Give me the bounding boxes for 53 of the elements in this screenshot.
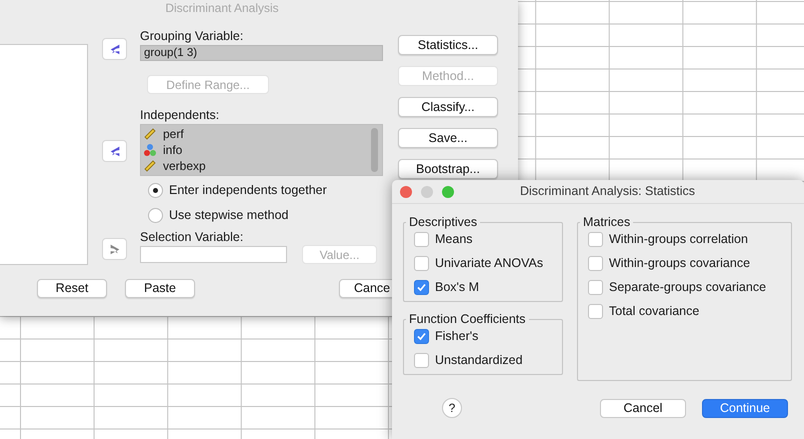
dialog-button[interactable]: Reset xyxy=(37,279,107,298)
help-button[interactable]: ? xyxy=(442,398,462,418)
selection-variable-field[interactable] xyxy=(140,246,287,263)
window-control-icon[interactable] xyxy=(442,186,454,198)
dialog-button[interactable]: Classify... xyxy=(398,97,498,117)
move-arrow-button[interactable] xyxy=(102,140,127,162)
checkbox[interactable] xyxy=(588,304,603,319)
scrollbar-thumb[interactable] xyxy=(371,128,378,172)
group-title: Descriptives xyxy=(408,215,478,229)
dialog-button[interactable]: Save... xyxy=(398,128,498,148)
checkbox-label: Separate-groups covariance xyxy=(609,279,766,296)
dialog-button[interactable]: Bootstrap... xyxy=(398,159,498,179)
circles-icon xyxy=(143,143,157,157)
group-title: Matrices xyxy=(582,215,632,229)
radio-button[interactable] xyxy=(148,208,163,222)
radio-label: Enter independents together xyxy=(169,182,327,199)
move-arrow-button[interactable] xyxy=(102,38,127,60)
checkbox-label: Within-groups correlation xyxy=(609,231,748,248)
arrow-icon xyxy=(108,242,122,256)
grouping-variable-field[interactable]: group(1 3) xyxy=(140,45,383,61)
dialog-button[interactable]: Continue xyxy=(702,398,788,418)
checkbox-label: Univariate ANOVAs xyxy=(435,255,544,272)
independents-list[interactable]: perf info verbexp xyxy=(140,124,383,176)
variable-list[interactable] xyxy=(0,44,88,265)
window-title: Discriminant Analysis xyxy=(164,0,280,16)
checkbox-label: Within-groups covariance xyxy=(609,255,750,272)
checkbox[interactable] xyxy=(588,232,603,247)
checkbox[interactable] xyxy=(588,256,603,271)
checkbox-label: Box's M xyxy=(435,279,480,296)
field-label: Independents: xyxy=(140,108,220,123)
dialog-button[interactable]: Paste xyxy=(125,279,195,298)
checkmark-icon xyxy=(416,331,427,342)
checkmark-icon xyxy=(416,282,427,293)
checkbox-label: Unstandardized xyxy=(435,352,523,370)
field-label: Grouping Variable: xyxy=(140,29,244,44)
checkbox-label: Total covariance xyxy=(609,303,700,320)
radio-label: Use stepwise method xyxy=(169,206,289,224)
radio-button[interactable] xyxy=(148,182,163,198)
checkbox[interactable] xyxy=(414,353,429,368)
window-title: Discriminant Analysis: Statistics xyxy=(520,183,696,200)
checkbox[interactable] xyxy=(414,280,429,295)
dialog-button[interactable]: Statistics... xyxy=(398,35,498,55)
checkbox-label: Means xyxy=(435,231,473,248)
checkbox[interactable] xyxy=(414,329,429,344)
group-title: Function Coefficients xyxy=(408,312,526,326)
checkbox[interactable] xyxy=(588,280,603,295)
checkbox[interactable] xyxy=(414,232,429,247)
checkbox[interactable] xyxy=(414,256,429,271)
window-control-icon[interactable] xyxy=(400,186,412,198)
field-label: Selection Variable: xyxy=(140,230,244,244)
checkbox-label: Fisher's xyxy=(435,328,478,346)
window-control-icon[interactable] xyxy=(421,186,433,198)
dialog-button[interactable]: Cancel xyxy=(600,398,686,418)
